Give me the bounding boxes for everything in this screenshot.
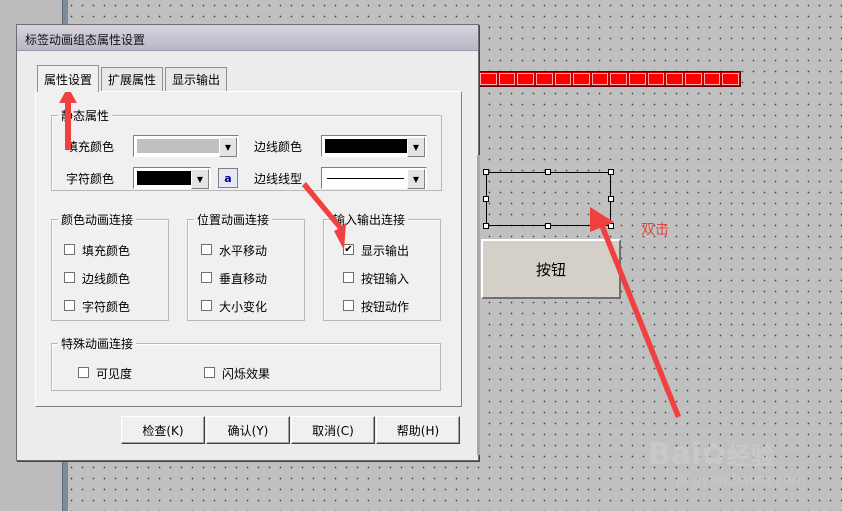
- horizontal-move-checkbox[interactable]: [201, 244, 212, 255]
- tab-label: 属性设置: [43, 72, 92, 87]
- checkbox-label: 可见度: [96, 367, 133, 381]
- confirm-button[interactable]: 确认(Y): [206, 416, 290, 444]
- canvas-button-label: 按钮: [535, 260, 566, 279]
- button-action-checkbox[interactable]: [343, 300, 354, 311]
- tab-attribute-settings[interactable]: 属性设置: [37, 65, 99, 92]
- checkbox-label: 闪烁效果: [222, 367, 271, 381]
- checkbox-label: 按钮动作: [361, 300, 410, 314]
- display-output-checkbox[interactable]: ✔: [343, 244, 354, 255]
- cancel-button[interactable]: 取消(C): [291, 416, 375, 444]
- canvas-button-object[interactable]: 按钮: [481, 239, 621, 299]
- font-icon: a: [224, 171, 232, 185]
- resize-handle[interactable]: [608, 196, 614, 202]
- position-animation-label: 位置动画连接: [194, 211, 273, 228]
- checkbox-label: 边线颜色: [82, 272, 131, 286]
- chevron-down-icon[interactable]: ▼: [407, 137, 425, 157]
- baidu-watermark: Bai✿经验: [648, 436, 775, 472]
- resize-handle[interactable]: [545, 223, 551, 229]
- resize-handle[interactable]: [608, 223, 614, 229]
- border-color-label: 边线颜色: [254, 140, 303, 154]
- selected-label-object[interactable]: [486, 172, 611, 226]
- paw-icon: ✿: [701, 437, 727, 472]
- io-link-label: 输入输出连接: [330, 211, 409, 228]
- checkbox-label: 垂直移动: [219, 272, 268, 286]
- visibility-checkbox[interactable]: [78, 367, 89, 378]
- watermark-brand-suffix: 经验: [726, 442, 775, 470]
- dialog-title: 标签动画组态属性设置: [25, 33, 146, 47]
- tab-extended-attributes[interactable]: 扩展属性: [101, 67, 163, 91]
- checkmark-icon: ✔: [344, 244, 353, 255]
- checkbox-label: 字符颜色: [82, 300, 131, 314]
- flash-effect-checkbox[interactable]: [204, 367, 215, 378]
- dialog-titlebar[interactable]: 标签动画组态属性设置: [17, 25, 478, 51]
- check-button[interactable]: 检查(K): [121, 416, 205, 444]
- label-animation-dialog: 标签动画组态属性设置 属性设置 扩展属性 显示输出 静态属性 填充颜色 ▼ 边线…: [16, 24, 480, 461]
- chevron-down-icon[interactable]: ▼: [407, 169, 425, 189]
- watermark-brand: Bai: [648, 437, 702, 472]
- vertical-move-checkbox[interactable]: [201, 272, 212, 283]
- border-color-swatch: [325, 139, 407, 153]
- line-style-preview: [327, 178, 404, 179]
- checkbox-label: 大小变化: [219, 300, 268, 314]
- fill-color-anim-checkbox[interactable]: [64, 244, 75, 255]
- chevron-down-icon[interactable]: ▼: [191, 169, 209, 189]
- help-button[interactable]: 帮助(H): [376, 416, 460, 444]
- text-color-swatch: [137, 171, 191, 185]
- special-animation-label: 特殊动画连接: [58, 335, 137, 352]
- border-style-label: 边线线型: [254, 172, 303, 186]
- red-segment-bar[interactable]: [478, 71, 741, 87]
- checkbox-label: 水平移动: [219, 244, 268, 258]
- text-color-label: 字符颜色: [66, 172, 115, 186]
- border-color-dropdown[interactable]: ▼: [321, 135, 427, 157]
- double-click-annotation: 双击: [641, 222, 669, 238]
- tab-label: 扩展属性: [107, 73, 156, 87]
- fill-color-label: 填充颜色: [66, 140, 115, 154]
- button-input-checkbox[interactable]: [343, 272, 354, 283]
- checkbox-label: 显示输出: [361, 244, 410, 258]
- fill-color-dropdown[interactable]: ▼: [133, 135, 239, 157]
- text-color-anim-checkbox[interactable]: [64, 300, 75, 311]
- static-properties-label: 静态属性: [58, 107, 113, 124]
- text-color-dropdown[interactable]: ▼: [133, 167, 211, 189]
- border-color-anim-checkbox[interactable]: [64, 272, 75, 283]
- resize-handle[interactable]: [608, 169, 614, 175]
- size-change-checkbox[interactable]: [201, 300, 212, 311]
- resize-handle[interactable]: [483, 223, 489, 229]
- watermark-url: jingyan.baidu.com: [676, 473, 806, 489]
- tab-label: 显示输出: [171, 73, 220, 87]
- tab-panel: 静态属性 填充颜色 ▼ 边线颜色 ▼ 字符颜色 ▼ a 边线线型 ▼ 颜色动画连…: [35, 91, 462, 407]
- dialog-scroll-edge: [477, 155, 480, 455]
- resize-handle[interactable]: [483, 196, 489, 202]
- chevron-down-icon[interactable]: ▼: [219, 137, 237, 157]
- checkbox-label: 填充颜色: [82, 244, 131, 258]
- resize-handle[interactable]: [483, 169, 489, 175]
- checkbox-label: 按钮输入: [361, 272, 410, 286]
- tab-display-output[interactable]: 显示输出: [165, 67, 227, 91]
- color-animation-label: 颜色动画连接: [58, 211, 137, 228]
- fill-color-swatch: [137, 139, 219, 153]
- font-settings-button[interactable]: a: [218, 168, 238, 188]
- border-style-dropdown[interactable]: ▼: [321, 167, 427, 189]
- resize-handle[interactable]: [545, 169, 551, 175]
